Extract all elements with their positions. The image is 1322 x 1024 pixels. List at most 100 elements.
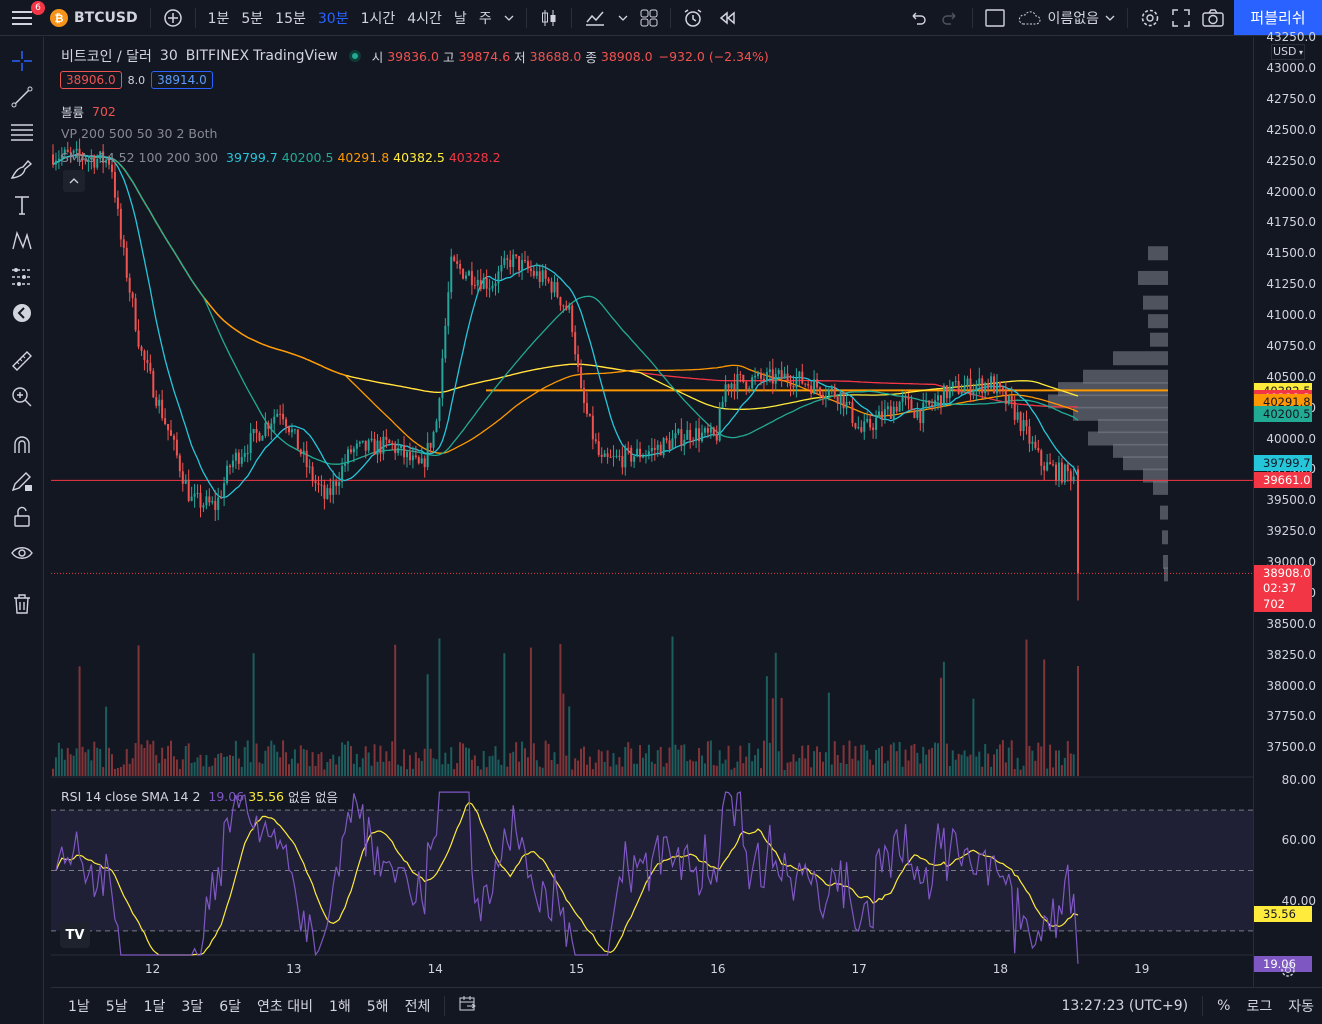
time-tick-label: 16 <box>710 962 726 976</box>
candle-body <box>482 277 485 290</box>
volume-bar <box>282 740 285 776</box>
volume-bar <box>358 767 361 776</box>
interval-1h[interactable]: 1시간 <box>355 0 402 36</box>
range-1d[interactable]: 1날 <box>60 996 98 1016</box>
layout-button[interactable] <box>979 0 1011 36</box>
bottom-toolbar: 1날 5날 1달 3달 6달 연초 대비 1해 5해 전체 13:27:23 (… <box>51 987 1322 1024</box>
volume-bar <box>500 764 503 776</box>
calendar-goto-icon <box>459 996 477 1011</box>
volume-bar <box>765 676 768 776</box>
range-1m[interactable]: 1달 <box>136 996 174 1016</box>
interval-week[interactable]: 주 <box>473 0 498 36</box>
brush-tool[interactable] <box>8 155 36 183</box>
chart-canvas[interactable] <box>51 37 1253 987</box>
indicators-button[interactable] <box>578 0 612 36</box>
close-label: 종 <box>585 49 597 65</box>
range-6m[interactable]: 6달 <box>211 996 249 1016</box>
sma-legend: SMAs 14 52 100 200 300 39799.7 40200.5 4… <box>61 150 501 165</box>
alert-button[interactable] <box>677 0 711 36</box>
range-1y[interactable]: 1해 <box>321 996 359 1016</box>
goto-date-button[interactable] <box>451 996 485 1016</box>
volume-bar <box>521 741 524 776</box>
volume-bar <box>671 636 674 776</box>
volume-bar <box>798 757 801 776</box>
log-toggle[interactable]: 로그 <box>1238 996 1280 1016</box>
volume-profile-bar <box>1113 351 1168 366</box>
candle-body <box>462 268 465 279</box>
hide-drawings-tool[interactable] <box>8 539 36 567</box>
candle-body <box>193 493 196 497</box>
hide-panel-button[interactable] <box>8 299 36 327</box>
replay-button[interactable] <box>711 0 743 36</box>
horizontal-lines-icon <box>11 124 33 141</box>
measure-tool[interactable] <box>8 347 36 375</box>
menu-button[interactable]: 6 <box>0 0 45 36</box>
currency-selector[interactable]: USD ▾ <box>1271 44 1305 60</box>
pattern-tool[interactable] <box>8 227 36 255</box>
interval-4h[interactable]: 4시간 <box>401 0 448 36</box>
redo-button[interactable] <box>934 0 966 36</box>
candle-body <box>816 379 819 388</box>
interval-1m[interactable]: 1분 <box>202 0 236 36</box>
collapse-legend-button[interactable] <box>63 170 85 192</box>
range-5d[interactable]: 5날 <box>98 996 136 1016</box>
candle-body <box>577 354 580 367</box>
range-ytd[interactable]: 연초 대비 <box>249 996 321 1016</box>
fib-tool[interactable] <box>8 119 36 147</box>
trendline-tool[interactable] <box>8 83 36 111</box>
interval-5m[interactable]: 5분 <box>235 0 269 36</box>
candle-body <box>987 383 990 389</box>
lock-drawing-tool[interactable] <box>8 467 36 495</box>
interval-15m[interactable]: 15분 <box>269 0 312 36</box>
clock[interactable]: 13:27:23 (UTC+9) <box>1054 998 1197 1014</box>
candle-body <box>948 386 951 399</box>
volume-profile-bar <box>1160 505 1168 520</box>
symbol-title[interactable]: 비트코인 / 달러 <box>61 46 152 66</box>
sell-button[interactable]: 38906.0 <box>60 71 122 89</box>
undo-button[interactable] <box>902 0 934 36</box>
candle-body <box>296 429 299 450</box>
volume-bar <box>411 768 414 776</box>
range-5y[interactable]: 5해 <box>359 996 397 1016</box>
screenshot-button[interactable] <box>1196 0 1230 36</box>
percent-toggle[interactable]: % <box>1209 998 1238 1014</box>
interval-dropdown[interactable] <box>498 0 520 36</box>
buy-button[interactable]: 38914.0 <box>151 71 213 89</box>
candle-body <box>226 465 229 484</box>
remove-drawings-button[interactable] <box>8 590 36 618</box>
time-axis[interactable]: 12 13 14 15 16 17 18 19 <box>51 955 1253 987</box>
prediction-tool[interactable] <box>8 263 36 291</box>
symbol-search[interactable]: ₿ BTCUSD <box>44 0 144 36</box>
price-tick-label: 43250.0 <box>1266 30 1316 45</box>
interval-day[interactable]: 날 <box>448 0 473 36</box>
chart-area[interactable]: 비트코인 / 달러 30 BITFINEX TradingView 시 39836… <box>51 37 1253 987</box>
candle-body <box>892 406 895 419</box>
zoom-tool[interactable] <box>8 383 36 411</box>
indicators-dropdown[interactable] <box>612 0 634 36</box>
range-3m[interactable]: 3달 <box>173 996 211 1016</box>
layout-name-button[interactable]: 이름없음 <box>1011 0 1121 36</box>
chart-type-button[interactable] <box>533 0 565 36</box>
time-tick-label: 14 <box>427 962 443 976</box>
magnet-tool[interactable] <box>8 431 36 459</box>
settings-button[interactable] <box>1134 0 1166 36</box>
countdown-tag: 02:37 <box>1254 580 1312 597</box>
volume-bar <box>488 756 491 776</box>
time-axis-settings-button[interactable] <box>1280 962 1296 982</box>
volume-bar <box>267 746 270 776</box>
text-tool[interactable] <box>8 191 36 219</box>
crosshair-tool[interactable] <box>8 47 36 75</box>
compare-button[interactable] <box>157 0 189 36</box>
templates-button[interactable] <box>634 0 664 36</box>
fullscreen-button[interactable] <box>1166 0 1196 36</box>
interval-30m[interactable]: 30분 <box>312 0 355 36</box>
volume-bar <box>739 745 742 776</box>
range-all[interactable]: 전체 <box>397 996 439 1016</box>
auto-toggle[interactable]: 자동 <box>1280 996 1322 1016</box>
lock-all-tool[interactable] <box>8 503 36 531</box>
candle-body <box>382 436 385 454</box>
tradingview-logo[interactable]: TV <box>60 922 90 948</box>
price-tick-label: 42250.0 <box>1266 153 1316 168</box>
price-scale[interactable]: USD ▾ 43250.0 43000.0 42750.0 42500.0 42250.… <box>1253 30 1322 987</box>
text-t-icon <box>15 196 29 215</box>
